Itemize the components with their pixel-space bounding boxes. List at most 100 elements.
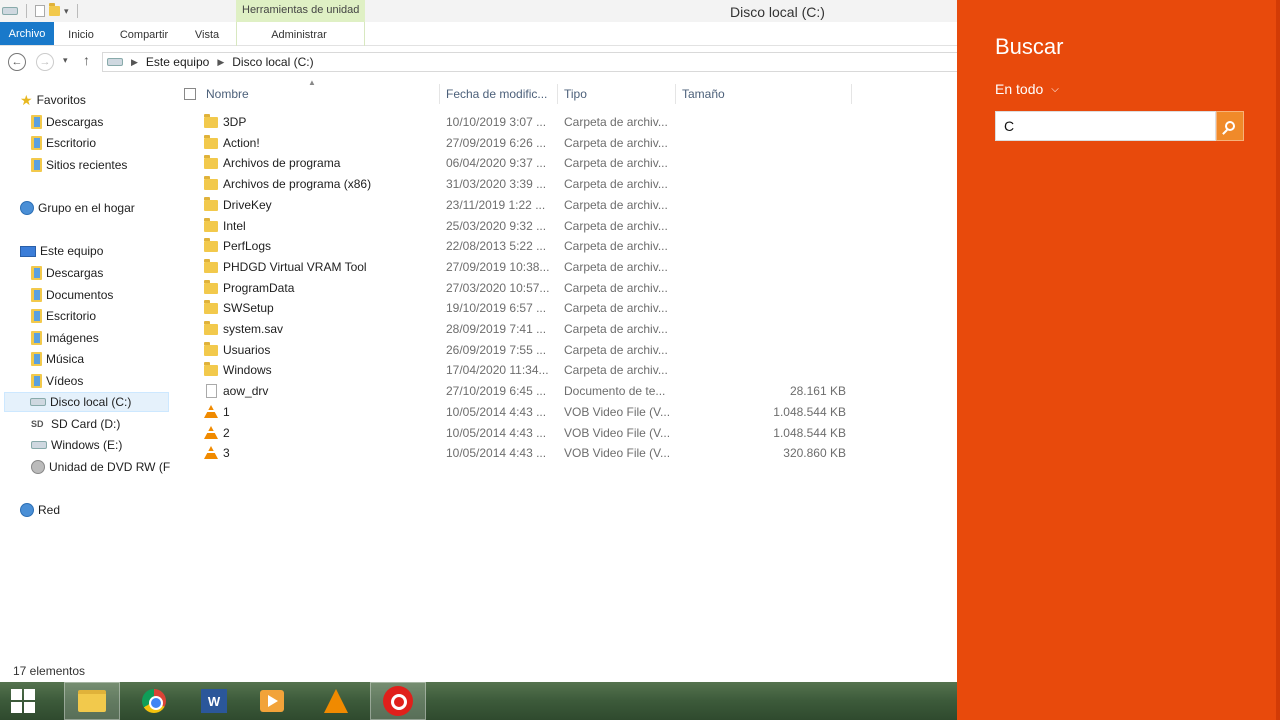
tab-vista[interactable]: Vista [186,22,228,46]
nav-pc-imagenes[interactable]: Imágenes [31,328,99,348]
sd-card-icon: SD [31,419,44,429]
file-row[interactable]: 2 10/05/2014 4:43 ... VOB Video File (V...… [180,423,860,443]
chevron-right-icon[interactable]: ▶ [131,57,138,68]
file-row[interactable]: Action! 27/09/2019 6:26 ... Carpeta de arc… [180,133,860,153]
chevron-down-icon[interactable]: ▾ [64,6,69,17]
nav-pc-disco-local[interactable]: Disco local (C:) [4,392,169,412]
nav-pc-windows-e[interactable]: Windows (E:) [31,435,122,455]
nav-este-equipo[interactable]: Este equipo [20,241,103,261]
file-row[interactable]: Intel 25/03/2020 9:32 ... Carpeta de archi… [180,216,860,236]
column-tipo[interactable]: Tipo [558,84,676,104]
nav-favoritos[interactable]: ★ Favoritos [20,90,86,110]
folder-icon [204,155,218,169]
file-row[interactable]: 3DP 10/10/2019 3:07 ... Carpeta de archiv.… [180,112,860,132]
windows-logo-icon [11,689,35,713]
nav-pc-musica[interactable]: Música [31,349,84,369]
taskbar-file-explorer[interactable] [64,682,120,720]
nav-fav-descargas[interactable]: Descargas [31,112,103,132]
recent-locations-button[interactable]: ▾ [63,55,68,66]
tab-inicio[interactable]: Inicio [60,22,102,46]
column-fecha[interactable]: Fecha de modific... [440,84,558,104]
drive-icon [31,441,47,449]
nav-pc-documentos[interactable]: Documentos [31,285,113,305]
nav-label: Imágenes [46,331,99,345]
chevron-right-icon[interactable]: ▶ [217,57,224,68]
column-tamano[interactable]: Tamaño [676,84,852,104]
column-header: ▲ Nombre Fecha de modific... Tipo Tamaño [180,78,852,104]
column-nombre[interactable]: Nombre [200,84,440,104]
file-type: Carpeta de archiv... [564,156,668,170]
search-input[interactable]: C [995,111,1216,141]
folder-icon [204,135,218,149]
file-name: SWSetup [223,301,274,315]
nav-grupo-hogar[interactable]: Grupo en el hogar [20,198,135,218]
taskbar-media-player[interactable] [244,682,300,720]
file-row[interactable]: 1 10/05/2014 4:43 ... VOB Video File (V...… [180,402,860,422]
tab-compartir[interactable]: Compartir [112,22,176,46]
breadcrumb-este-equipo[interactable]: Este equipo [146,55,209,69]
file-type: VOB Video File (V... [564,426,671,440]
file-row[interactable]: PerfLogs 22/08/2013 5:22 ... Carpeta de ar… [180,236,860,256]
file-row[interactable]: aow_drv 27/10/2019 6:45 ... Documento de t… [180,381,860,401]
file-row[interactable]: SWSetup 19/10/2019 6:57 ... Carpeta de arc… [180,298,860,318]
nav-pc-dvd[interactable]: Unidad de DVD RW (F [31,457,170,477]
file-row[interactable]: Windows 17/04/2020 11:34... Carpeta de arc… [180,360,860,380]
search-button[interactable] [1216,111,1244,141]
breadcrumb-disco-local[interactable]: Disco local (C:) [232,55,313,69]
back-button[interactable]: ← [8,53,26,71]
chrome-icon [142,689,166,713]
beats-audio-icon [383,686,413,716]
file-row[interactable]: DriveKey 23/11/2019 1:22 ... Carpeta de ar… [180,195,860,215]
file-row[interactable]: ProgramData 27/03/2020 10:57... Carpeta de… [180,278,860,298]
desktop-folder-icon [31,309,42,323]
nav-pc-sd-card[interactable]: SD SD Card (D:) [31,414,120,434]
tab-archivo[interactable]: Archivo [0,22,54,45]
documents-folder-icon [31,288,42,302]
vlc-icon [204,405,218,418]
up-button[interactable]: ↑ [83,52,90,68]
file-name: 2 [223,426,230,440]
nav-fav-sitios-recientes[interactable]: Sitios recientes [31,155,127,175]
nav-label: Unidad de DVD RW (F [49,460,170,474]
separator [76,4,78,18]
vlc-icon [324,689,348,713]
document-icon [206,384,217,398]
nav-pc-escritorio[interactable]: Escritorio [31,306,96,326]
file-row[interactable]: system.sav 28/09/2019 7:41 ... Carpeta de … [180,319,860,339]
drive-icon[interactable] [2,7,18,15]
taskbar-vlc[interactable] [308,682,364,720]
drive-tools-tab: Herramientas de unidad [236,0,365,22]
properties-icon[interactable] [35,5,45,17]
file-row[interactable]: Usuarios 26/09/2019 7:55 ... Carpeta de ar… [180,340,860,360]
desktop-folder-icon [31,136,42,150]
file-name: 1 [223,405,230,419]
taskbar-word[interactable]: W [186,682,242,720]
file-date: 27/09/2019 6:26 ... [446,136,547,150]
file-row[interactable]: PHDGD Virtual VRAM Tool 27/09/2019 10:38.… [180,257,860,277]
address-row: ← → ▾ ↑ ▶ Este equipo ▶ Disco local (C:) [0,48,962,76]
music-folder-icon [31,352,42,366]
file-row[interactable]: Archivos de programa 06/04/2020 9:37 ... C… [180,153,860,173]
nav-pc-videos[interactable]: Vídeos [31,371,83,391]
vlc-icon [204,426,218,439]
file-date: 06/04/2020 9:37 ... [446,156,547,170]
file-row[interactable]: Archivos de programa (x86) 31/03/2020 3:3… [180,174,860,194]
folder-icon [204,114,218,128]
nav-pc-descargas[interactable]: Descargas [31,263,103,283]
nav-fav-escritorio[interactable]: Escritorio [31,133,96,153]
taskbar-beats-audio[interactable] [370,682,426,720]
nav-red[interactable]: Red [20,500,60,520]
start-button[interactable] [0,682,46,720]
forward-button[interactable]: → [36,53,54,71]
file-name: DriveKey [223,198,272,212]
search-scope-dropdown[interactable]: En todo ⌵ [995,81,1059,97]
file-row[interactable]: 3 10/05/2014 4:43 ... VOB Video File (V...… [180,443,860,463]
file-name: Action! [223,136,260,150]
taskbar-chrome[interactable] [126,682,182,720]
new-folder-icon[interactable] [49,3,60,16]
address-bar[interactable]: ▶ Este equipo ▶ Disco local (C:) [102,52,962,72]
file-type: Carpeta de archiv... [564,260,668,274]
file-type: Carpeta de archiv... [564,301,668,315]
select-all-checkbox[interactable] [184,88,196,100]
tab-administrar[interactable]: Administrar [260,22,338,46]
